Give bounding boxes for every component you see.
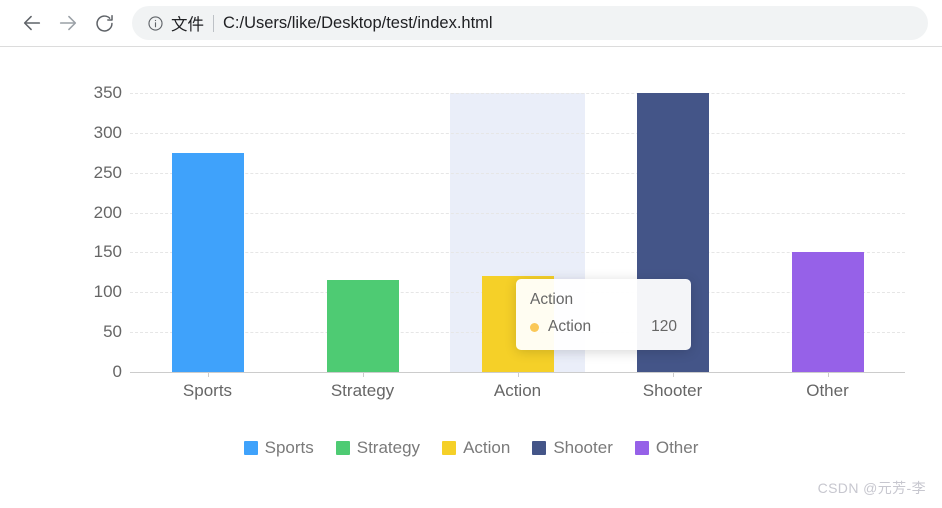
file-scheme-label: 文件	[171, 16, 204, 34]
x-axis-label-other: Other	[806, 381, 849, 400]
legend-item-other[interactable]: Other	[634, 438, 699, 458]
browser-toolbar: 文件 C:/Users/like/Desktop/test/index.html	[0, 0, 942, 47]
y-axis-tick-label: 250	[93, 162, 122, 182]
y-axis-tick-label: 100	[93, 282, 122, 302]
chart-legend[interactable]: Sports Strategy Action Shooter Other	[0, 438, 942, 458]
forward-button[interactable]	[50, 5, 86, 41]
legend-swatch-icon	[442, 441, 457, 455]
tooltip-title: Action	[530, 291, 574, 308]
y-axis: 0 50 100 150 200 250 300 350	[78, 83, 122, 381]
chart-tooltip: Action Action 120	[516, 279, 691, 351]
legend-label: Shooter	[553, 438, 613, 457]
legend-label: Sports	[264, 438, 314, 457]
y-axis-tick-label: 0	[112, 362, 122, 381]
y-axis-tick-label: 300	[93, 122, 122, 142]
y-axis-tick-label: 150	[93, 242, 122, 262]
x-axis-tick	[672, 372, 674, 377]
x-axis-label-action: Action	[493, 381, 542, 400]
watermark: CSDN @元芳-李	[817, 480, 926, 496]
arrow-right-icon	[57, 12, 79, 34]
legend-swatch-icon	[532, 441, 547, 455]
legend-label: Other	[655, 438, 699, 457]
x-axis-label-shooter: Shooter	[642, 381, 703, 400]
address-bar[interactable]: 文件 C:/Users/like/Desktop/test/index.html	[132, 6, 928, 40]
x-axis-tick	[517, 372, 519, 377]
reload-icon	[94, 13, 115, 34]
legend-item-strategy[interactable]: Strategy	[335, 438, 421, 458]
legend-swatch-icon	[634, 441, 649, 455]
omnibox-divider	[213, 14, 214, 32]
y-axis-tick-label: 50	[103, 322, 122, 342]
url-text[interactable]: C:/Users/like/Desktop/test/index.html	[223, 14, 493, 33]
y-axis-tick-label: 200	[93, 202, 122, 222]
tooltip-row: Action 120	[530, 318, 677, 336]
legend-item-action[interactable]: Action	[442, 438, 510, 458]
x-axis-tick	[827, 372, 829, 377]
legend-swatch-icon	[243, 441, 258, 455]
info-circle-icon[interactable]	[146, 14, 164, 32]
tooltip-series-marker-icon	[530, 322, 539, 332]
page-viewport: 0 50 100 150 200 250 300 350 Sports Strategy Acti…	[0, 48, 942, 508]
x-axis-label-sports: Sports	[182, 381, 233, 400]
legend-label: Action	[463, 438, 511, 457]
bar-sports[interactable]	[171, 152, 244, 372]
reload-button[interactable]	[86, 5, 122, 41]
arrow-left-icon	[21, 12, 43, 34]
y-axis-tick-label: 350	[93, 83, 122, 102]
bar-other[interactable]	[791, 252, 864, 372]
bar-strategy[interactable]	[326, 280, 399, 372]
x-axis-tick	[362, 372, 364, 377]
tooltip-value: 120	[651, 318, 677, 336]
legend-item-sports[interactable]: Sports	[243, 438, 314, 458]
bar-chart[interactable]: 0 50 100 150 200 250 300 350 Sports Strategy Acti…	[0, 48, 942, 508]
tooltip-series-name: Action	[548, 318, 592, 336]
x-axis-label-strategy: Strategy	[330, 381, 395, 400]
legend-item-shooter[interactable]: Shooter	[532, 438, 613, 458]
legend-label: Strategy	[356, 438, 421, 457]
x-axis-tick	[207, 372, 209, 377]
back-button[interactable]	[14, 5, 50, 41]
legend-swatch-icon	[335, 441, 350, 455]
